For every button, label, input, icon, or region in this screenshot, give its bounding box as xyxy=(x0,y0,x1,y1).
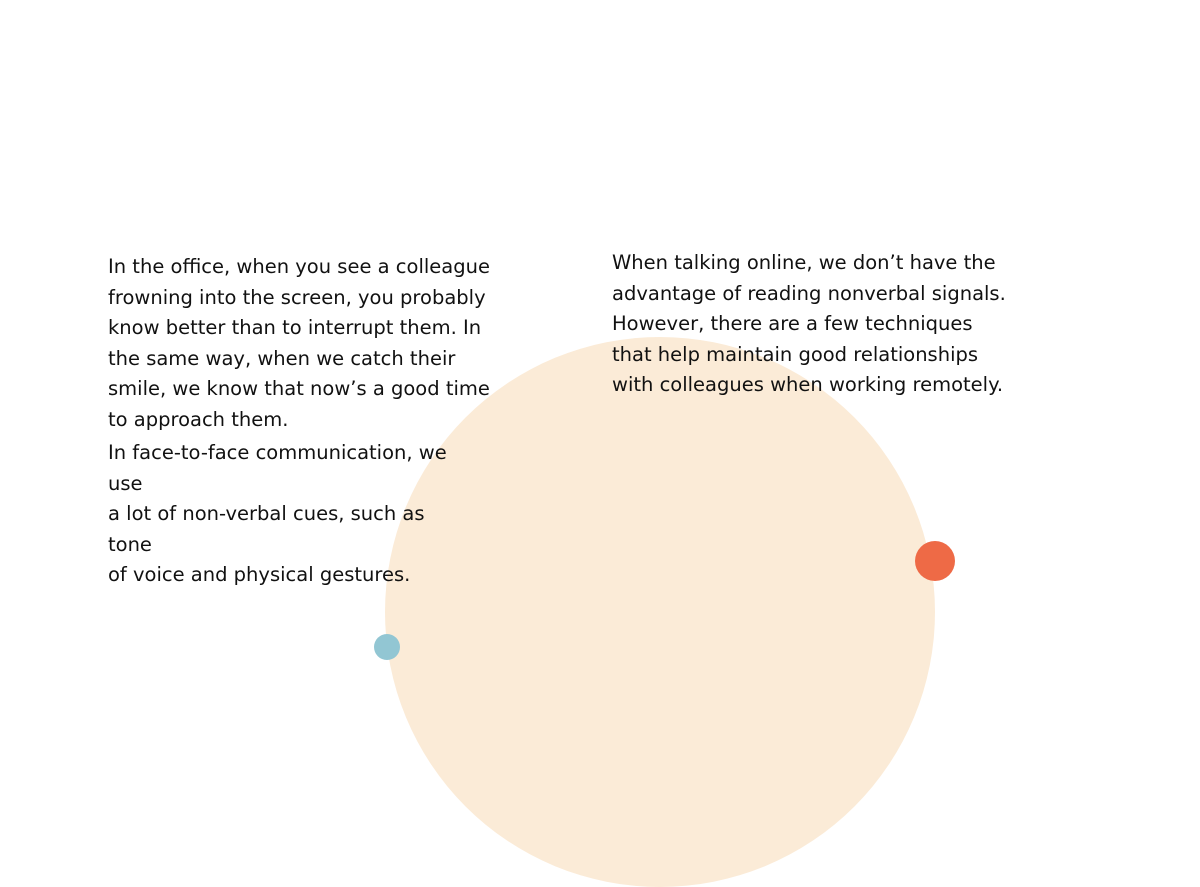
decorative-orange-dot xyxy=(915,541,955,581)
decorative-blue-dot xyxy=(374,634,400,660)
office-cues-paragraph: In the office, when you see a colleague … xyxy=(108,255,490,431)
face-to-face-paragraph: In face-to-face communication, we use a … xyxy=(108,441,447,587)
online-communication-paragraph: When talking online, we don’t have the a… xyxy=(612,251,1006,397)
